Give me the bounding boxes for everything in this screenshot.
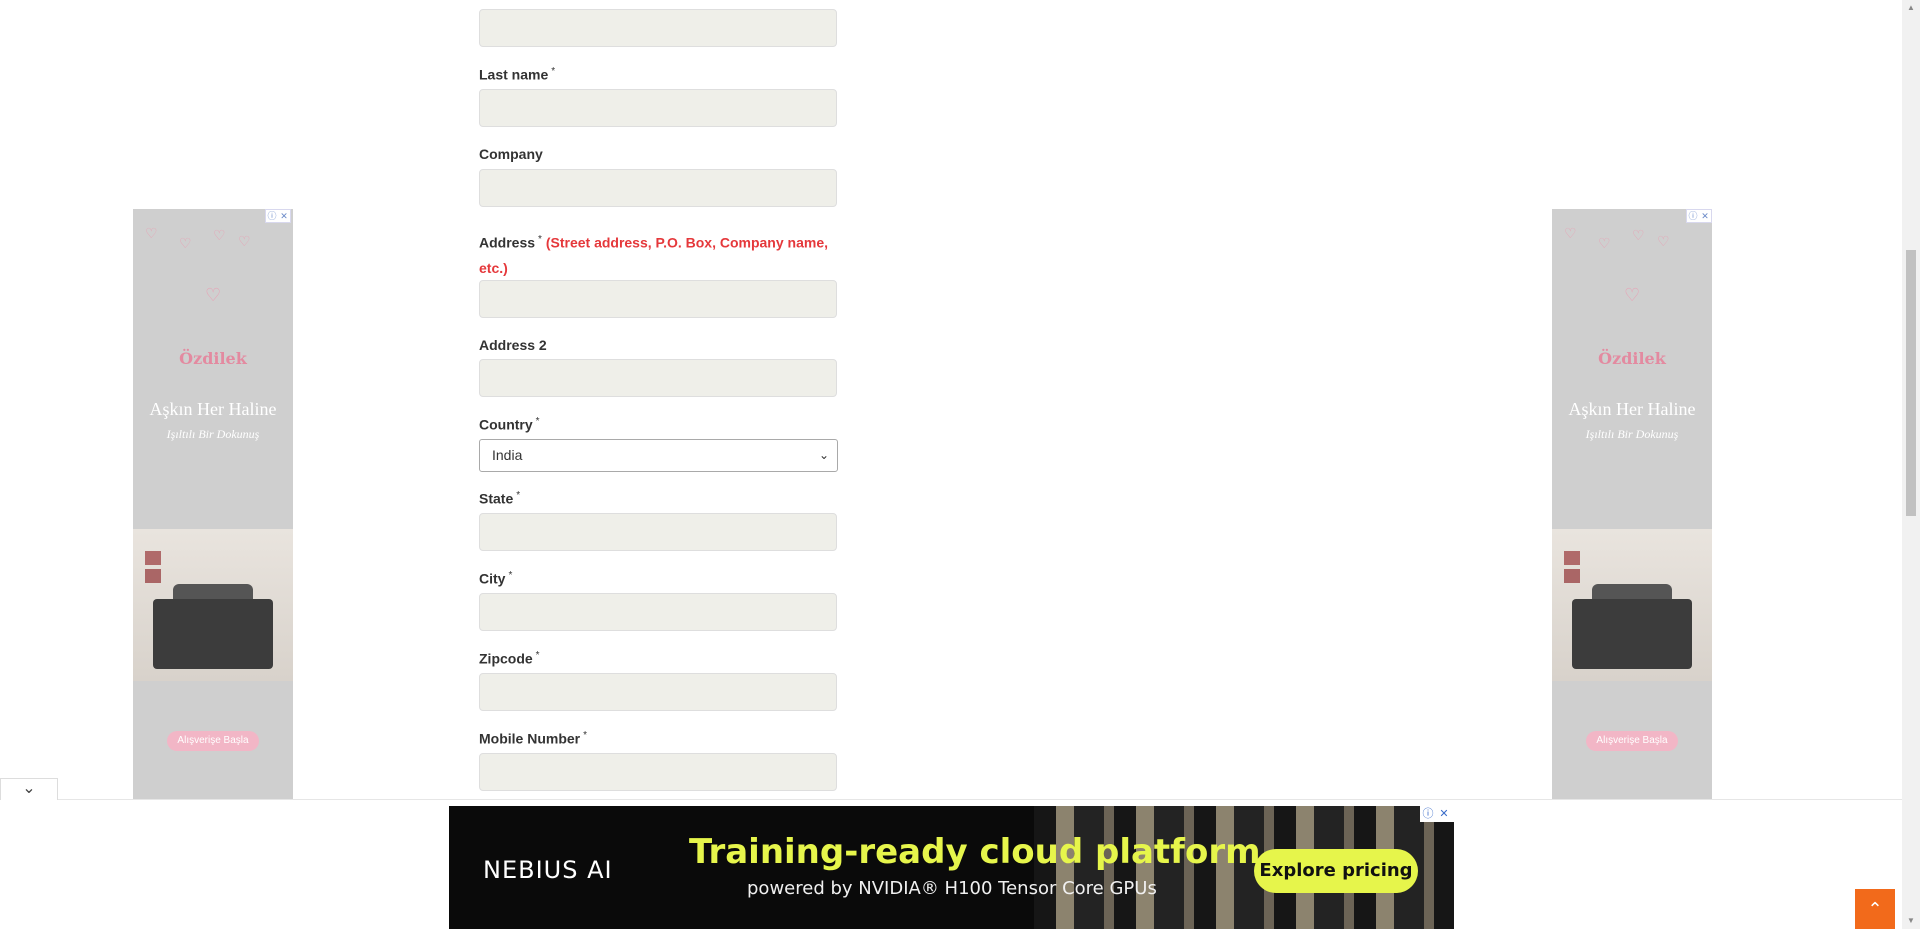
address2-label: Address 2 xyxy=(479,337,547,353)
mobile-label: Mobile Number * xyxy=(479,730,588,747)
left-side-ad[interactable]: ♡ ♡ ♡ ♡ ♡ Özdilek Aşkın Her Haline Işılt… xyxy=(133,209,293,799)
address-field[interactable] xyxy=(479,280,837,318)
ad-photo xyxy=(133,529,293,681)
country-select[interactable]: India ⌄ xyxy=(479,439,838,472)
city-field[interactable] xyxy=(479,593,837,631)
back-to-top-button[interactable]: ⌃ xyxy=(1855,889,1895,929)
close-icon[interactable]: ✕ xyxy=(1436,806,1452,822)
country-label: Country * xyxy=(479,416,540,433)
heart-icon: ♡ ♡ ♡ ♡ ♡ xyxy=(1564,225,1670,305)
scroll-down-arrow-icon[interactable]: ▼ xyxy=(1902,913,1920,929)
info-icon[interactable]: ⓘ xyxy=(1687,210,1699,222)
ad-headline: Aşkın Her Haline xyxy=(1568,399,1696,419)
info-icon[interactable]: ⓘ xyxy=(266,210,278,222)
scroll-up-arrow-icon[interactable]: ▲ xyxy=(1902,0,1920,16)
banner-ad-controls[interactable]: ⓘ ✕ xyxy=(1420,806,1454,822)
ad-subline: powered by NVIDIA® H100 Tensor Core GPUs xyxy=(747,878,1157,899)
page-scrollbar[interactable]: ▲ ▼ xyxy=(1902,0,1920,929)
last-name-label: Last name * xyxy=(479,66,556,83)
close-icon[interactable]: ✕ xyxy=(278,210,290,222)
close-icon[interactable]: ✕ xyxy=(1699,210,1711,222)
address2-field[interactable] xyxy=(479,359,837,397)
info-icon[interactable]: ⓘ xyxy=(1420,806,1436,822)
ad-subline: Işıltılı Bir Dokunuş xyxy=(1585,427,1679,441)
ad-cta-button[interactable]: Alışverişe Başla xyxy=(1586,731,1678,751)
banner-ad[interactable]: NEBIUS AI Training-ready cloud platform … xyxy=(449,806,1454,929)
ad-headline: Training-ready cloud platform xyxy=(689,832,1261,872)
ad-photo xyxy=(1552,529,1712,681)
ad-brand-logo: Özdilek xyxy=(179,349,247,368)
zipcode-field[interactable] xyxy=(479,673,837,711)
company-label: Company xyxy=(479,146,543,162)
company-field[interactable] xyxy=(479,169,837,207)
state-field[interactable] xyxy=(479,513,837,551)
scroll-thumb[interactable] xyxy=(1906,250,1916,516)
explore-pricing-button[interactable]: Explore pricing xyxy=(1254,849,1418,893)
ad-brand-logo: Özdilek xyxy=(1598,349,1666,368)
country-select-value: India xyxy=(492,447,523,463)
mobile-field[interactable] xyxy=(479,753,837,791)
chevron-down-icon: ⌄ xyxy=(818,448,829,462)
ad-subline: Işıltılı Bir Dokunuş xyxy=(166,427,260,441)
ad-cta-button[interactable]: Alışverişe Başla xyxy=(167,731,259,751)
right-side-ad[interactable]: ♡ ♡ ♡ ♡ ♡ Özdilek Aşkın Her Haline Işılt… xyxy=(1552,209,1712,799)
ad-brand-logo: NEBIUS AI xyxy=(483,856,613,884)
city-label: City * xyxy=(479,570,513,587)
chevron-up-icon: ⌃ xyxy=(1867,899,1883,919)
last-name-field[interactable] xyxy=(479,89,837,127)
address-label: Address * (Street address, P.O. Box, Comp… xyxy=(479,234,828,276)
heart-icon: ♡ ♡ ♡ ♡ ♡ xyxy=(145,225,251,305)
right-ad-controls[interactable]: ⓘ ✕ xyxy=(1686,209,1712,223)
collapse-ad-button[interactable]: ⌄ xyxy=(0,778,58,800)
state-label: State * xyxy=(479,490,521,507)
ad-headline: Aşkın Her Haline xyxy=(149,399,277,419)
first-name-field[interactable] xyxy=(479,9,837,47)
chevron-down-icon: ⌄ xyxy=(22,780,36,797)
left-ad-controls[interactable]: ⓘ ✕ xyxy=(265,209,291,223)
zipcode-label: Zipcode * xyxy=(479,650,540,667)
